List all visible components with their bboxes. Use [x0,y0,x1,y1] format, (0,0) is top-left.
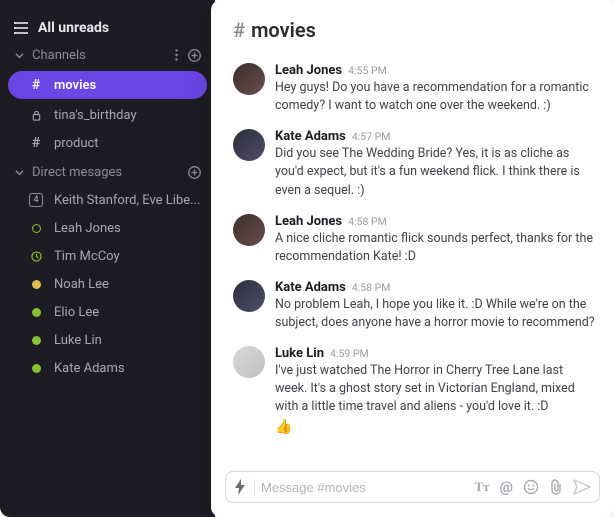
add-channel-icon[interactable] [188,49,201,62]
dm-label: Luke Lin [54,333,102,348]
presence-online-icon [28,308,44,317]
message: Kate Adams 4:58 PM No problem Leah, I hope… [233,273,610,339]
sidebar-channel-product[interactable]: # product [0,129,215,157]
message-time: 4:58 PM [352,281,391,294]
chevron-down-icon [14,51,24,60]
message-author[interactable]: Kate Adams [275,280,346,295]
avatar[interactable] [233,280,265,312]
dm-label: Elio Lee [54,305,99,320]
hash-icon: # [233,18,245,42]
all-unreads-row[interactable]: All unreads [0,20,215,40]
hash-icon: # [28,135,44,151]
message-text: No problem Leah, I hope you like it. :D … [275,296,596,332]
more-icon[interactable] [175,49,178,62]
presence-online-icon [28,336,44,345]
dm-label: Keith Stanford, Eve Libe... [54,193,200,208]
message: Leah Jones 4:55 PM Hey guys! Do you have a… [233,56,610,122]
sidebar-channel-tina-s-birthday[interactable]: tina's_birthday [0,101,215,129]
sidebar-dm[interactable]: Tim McCoy [0,242,215,270]
avatar[interactable] [233,346,265,378]
sidebar-dm[interactable]: Luke Lin [0,326,215,354]
presence-crescent-icon [28,280,44,289]
group-count-icon: 4 [28,193,44,207]
sidebar-dm[interactable]: Noah Lee [0,270,215,298]
chevron-down-icon [14,168,24,177]
shortcuts-icon[interactable] [234,479,255,495]
thumbs-up-icon[interactable]: 👍 [275,419,596,435]
all-unreads-label: All unreads [38,20,109,36]
sidebar: All unreads Channels # movies tina's_birth… [0,0,215,517]
message-text: I've just watched The Horror in Cherry T… [275,362,596,416]
message-author[interactable]: Luke Lin [275,346,324,361]
sidebar-dm[interactable]: Elio Lee [0,298,215,326]
dm-label: Tim McCoy [54,249,120,264]
dm-label: Leah Jones [54,221,121,236]
message: Leah Jones 4:58 PM A nice cliche romantic … [233,207,610,273]
dm-label: Noah Lee [54,277,109,292]
add-dm-icon[interactable] [188,166,201,179]
channel-header: # movies [211,0,614,50]
send-icon[interactable] [573,479,591,495]
channel-label: tina's_birthday [54,108,137,123]
sidebar-dm[interactable]: Kate Adams [0,354,215,382]
message-time: 4:59 PM [330,347,369,360]
message-time: 4:58 PM [348,215,387,228]
message: Luke Lin 4:59 PM I've just watched The Hor… [233,339,610,441]
avatar[interactable] [233,129,265,161]
mention-icon[interactable]: @ [500,478,513,496]
dm-label: Kate Adams [54,361,125,376]
attachment-icon[interactable] [549,479,563,495]
message-time: 4:57 PM [352,130,391,143]
message-text: A nice cliche romantic flick sounds perf… [275,230,596,266]
sidebar-channel-movies[interactable]: # movies [8,71,207,99]
message-author[interactable]: Leah Jones [275,63,342,78]
presence-online-icon [28,364,44,373]
clock-icon [28,251,44,262]
avatar[interactable] [233,63,265,95]
message-list: Leah Jones 4:55 PM Hey guys! Do you have a… [211,50,614,463]
message: Kate Adams 4:57 PM Did you see The Wedding… [233,122,610,206]
channel-label: movies [54,78,96,93]
emoji-icon[interactable] [523,479,539,495]
message-author[interactable]: Kate Adams [275,129,346,144]
list-icon [14,22,28,34]
channels-label: Channels [32,48,167,63]
sidebar-dm[interactable]: 4 Keith Stanford, Eve Libe... [0,186,215,214]
sidebar-dm[interactable]: Leah Jones [0,214,215,242]
message-text: Did you see The Wedding Bride? Yes, it i… [275,145,596,199]
message-text: Hey guys! Do you have a recommendation f… [275,79,596,115]
message-time: 4:55 PM [348,64,387,77]
dm-section-header[interactable]: Direct mesages [0,157,215,186]
presence-away-icon [28,224,44,233]
format-icon[interactable]: Tт [474,479,489,495]
hash-icon: # [28,77,44,93]
dm-label: Direct mesages [32,165,180,180]
message-input[interactable] [261,480,468,495]
channels-section-header[interactable]: Channels [0,40,215,69]
channel-name: movies [251,18,316,42]
avatar[interactable] [233,214,265,246]
main-panel: # movies Leah Jones 4:55 PM Hey guys! Do y… [211,0,614,517]
message-author[interactable]: Leah Jones [275,214,342,229]
channel-label: product [54,136,99,151]
message-composer: Tт @ [225,471,600,503]
lock-icon [28,110,44,121]
